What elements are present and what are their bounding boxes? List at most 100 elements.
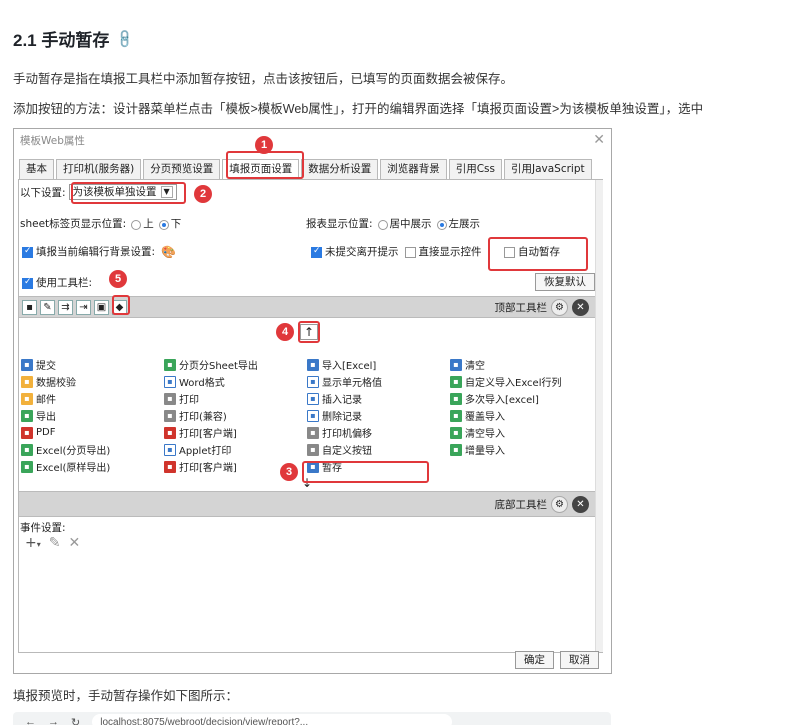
temp-save-icon[interactable]: ▣	[94, 299, 109, 315]
option-icon: ▪	[450, 392, 462, 405]
unsubmitted-prompt-label: 未提交离开提示	[325, 246, 399, 258]
tab-browser-bg[interactable]: 浏览器背景	[380, 159, 447, 179]
report-center-radio[interactable]	[377, 219, 388, 230]
forward-icon[interactable]: →	[48, 716, 59, 725]
vertical-scrollbar[interactable]	[595, 180, 603, 652]
tab-css[interactable]: 引用Css	[448, 159, 502, 179]
gear-icon[interactable]: ⚙	[551, 495, 568, 513]
toolbar-button-option[interactable]: ▪ 数据校验	[19, 373, 162, 390]
fill-bg-checkbox[interactable]	[22, 246, 33, 258]
restore-default-button[interactable]: 恢复默认	[535, 273, 595, 291]
top-toolbar-label: 顶部工具栏	[494, 301, 548, 314]
toolbar-button-option[interactable]: ▪ 清空导入	[448, 424, 591, 441]
delete-icon[interactable]: ✕	[68, 535, 80, 551]
option-label: 数据校验	[36, 378, 76, 389]
toolbar-button-option[interactable]: ▪ 自定义导入Excel行列	[448, 373, 591, 390]
edit-icon[interactable]: ✎	[49, 535, 61, 551]
option-label: 邮件	[36, 395, 56, 406]
option-label: 多次导入[excel]	[465, 395, 539, 406]
toolbar-button-option[interactable]: ▪ 插入记录	[305, 390, 448, 407]
validate-icon[interactable]: ✎	[40, 299, 55, 315]
insert-record-icon[interactable]: ⇉	[58, 299, 73, 315]
option-label: 提交	[36, 361, 56, 372]
back-icon[interactable]: ←	[25, 716, 36, 725]
cancel-button[interactable]: 取消	[560, 651, 599, 669]
toolbar-button-option	[448, 458, 591, 475]
option-icon: ▪	[21, 392, 33, 405]
sheet-top-label: 上	[143, 218, 154, 230]
use-toolbar-checkbox[interactable]	[22, 277, 33, 289]
paint-bucket-icon[interactable]: 🎨	[161, 245, 176, 259]
button-grid: ▪ 提交 ▪ 分页分Sheet导出 ▪ 导入[Excel] ▪ 清空 ▪ 数据校验 ▪ Word格式 ▪…	[19, 356, 595, 475]
delete-record-icon[interactable]: ⇥	[76, 299, 91, 315]
toolbar-button-option[interactable]: ▪ 导入[Excel]	[305, 356, 448, 373]
toolbar-button-option[interactable]: ▪ 导出	[19, 407, 162, 424]
event-settings-row: 事件设置:	[20, 520, 66, 535]
address-bar[interactable]: localhost:8075/webroot/decision/view/rep…	[92, 714, 453, 725]
toolbar-button-option[interactable]: ▪ 显示单元格值	[305, 373, 448, 390]
add-icon[interactable]: +▾	[25, 535, 41, 551]
toolbar-button-option[interactable]: ▪ 自定义按钮	[305, 441, 448, 458]
option-label: 增量导入	[465, 446, 505, 457]
option-icon: ▪	[450, 409, 462, 422]
toolbar-button-option[interactable]: ▪ Word格式	[162, 373, 305, 390]
gear-icon[interactable]: ⚙	[551, 298, 568, 316]
option-label: 打印[客户端]	[179, 463, 237, 474]
option-label: 打印	[179, 395, 199, 406]
option-label: Excel(分页导出)	[36, 446, 111, 457]
toolbar-button-option[interactable]: ▪ 邮件	[19, 390, 162, 407]
highlight-settings-select	[71, 182, 186, 204]
close-circle-icon[interactable]: ✕	[572, 298, 589, 316]
toolbar-button-option[interactable]: ▪ 打印机偏移	[305, 424, 448, 441]
toolbar-button-option[interactable]: ▪ 打印(兼容)	[162, 407, 305, 424]
tab-page-preview[interactable]: 分页预览设置	[143, 159, 221, 179]
option-icon: ▪	[164, 409, 176, 422]
toolbar-button-option[interactable]: ▪ 打印[客户端]	[162, 424, 305, 441]
heading-text: 2.1 手动暂存	[13, 31, 110, 50]
toolbar-button-option[interactable]: ▪ 清空	[448, 356, 591, 373]
toolbar-button-option[interactable]: ▪ 覆盖导入	[448, 407, 591, 424]
report-left-radio[interactable]	[436, 219, 447, 230]
toolbar-button-option[interactable]: ▪ 提交	[19, 356, 162, 373]
dialog-footer: 确定 取消	[515, 651, 599, 669]
toolbar-button-option[interactable]: ▪ 分页分Sheet导出	[162, 356, 305, 373]
option-label: 打印机偏移	[322, 429, 372, 440]
doc-heading: 2.1 手动暂存 🔗	[13, 26, 137, 51]
toolbar-button-option[interactable]: ▪ PDF	[19, 424, 162, 441]
tab-data-analysis[interactable]: 数据分析设置	[301, 159, 379, 179]
sheet-bottom-radio[interactable]	[158, 219, 169, 230]
direct-show-label: 直接显示控件	[418, 246, 482, 258]
report-position-row: 报表显示位置: 居中展示 左展示	[306, 216, 480, 231]
toolbar-button-option[interactable]: ▪ Applet打印	[162, 441, 305, 458]
unsubmitted-prompt-checkbox[interactable]	[311, 246, 322, 258]
toolbar-button-option[interactable]: ▪ Excel(原样导出)	[19, 458, 162, 475]
link-icon[interactable]: 🔗	[114, 27, 137, 50]
badge-3: 3	[280, 463, 298, 481]
direct-show-checkbox[interactable]	[404, 247, 416, 258]
grid-row: ▪ 数据校验 ▪ Word格式 ▪ 显示单元格值 ▪ 自定义导入Excel行列	[19, 373, 595, 390]
option-icon: ▪	[164, 443, 176, 456]
toolbar-button-option[interactable]: ▪ Excel(分页导出)	[19, 441, 162, 458]
option-icon: ▪	[164, 392, 176, 405]
tab-javascript[interactable]: 引用JavaScript	[503, 159, 592, 179]
toolbar-button-option[interactable]: ▪ 打印	[162, 390, 305, 407]
close-circle-icon[interactable]: ✕	[572, 495, 589, 513]
option-icon: ▪	[164, 460, 176, 473]
tab-basic[interactable]: 基本	[19, 159, 54, 179]
option-label: 显示单元格值	[322, 378, 382, 389]
option-icon: ▪	[307, 375, 319, 388]
toolbar-button-option[interactable]: ▪ 多次导入[excel]	[448, 390, 591, 407]
toolbar-button-option[interactable]: ▪ 增量导入	[448, 441, 591, 458]
reload-icon[interactable]: ↻	[71, 716, 80, 725]
tab-printer[interactable]: 打印机(服务器)	[56, 159, 142, 179]
sheet-top-radio[interactable]	[131, 219, 142, 230]
option-label: PDF	[36, 427, 56, 438]
option-icon: ▪	[450, 426, 462, 439]
submit-icon[interactable]: ▪	[22, 299, 37, 315]
ok-button[interactable]: 确定	[515, 651, 554, 669]
option-label: 导出	[36, 412, 56, 423]
toolbar-button-option[interactable]: ▪ 删除记录	[305, 407, 448, 424]
highlight-temp-save-icon	[112, 295, 130, 315]
option-label: 自定义按钮	[322, 446, 372, 457]
close-icon[interactable]: ✕	[593, 132, 605, 148]
